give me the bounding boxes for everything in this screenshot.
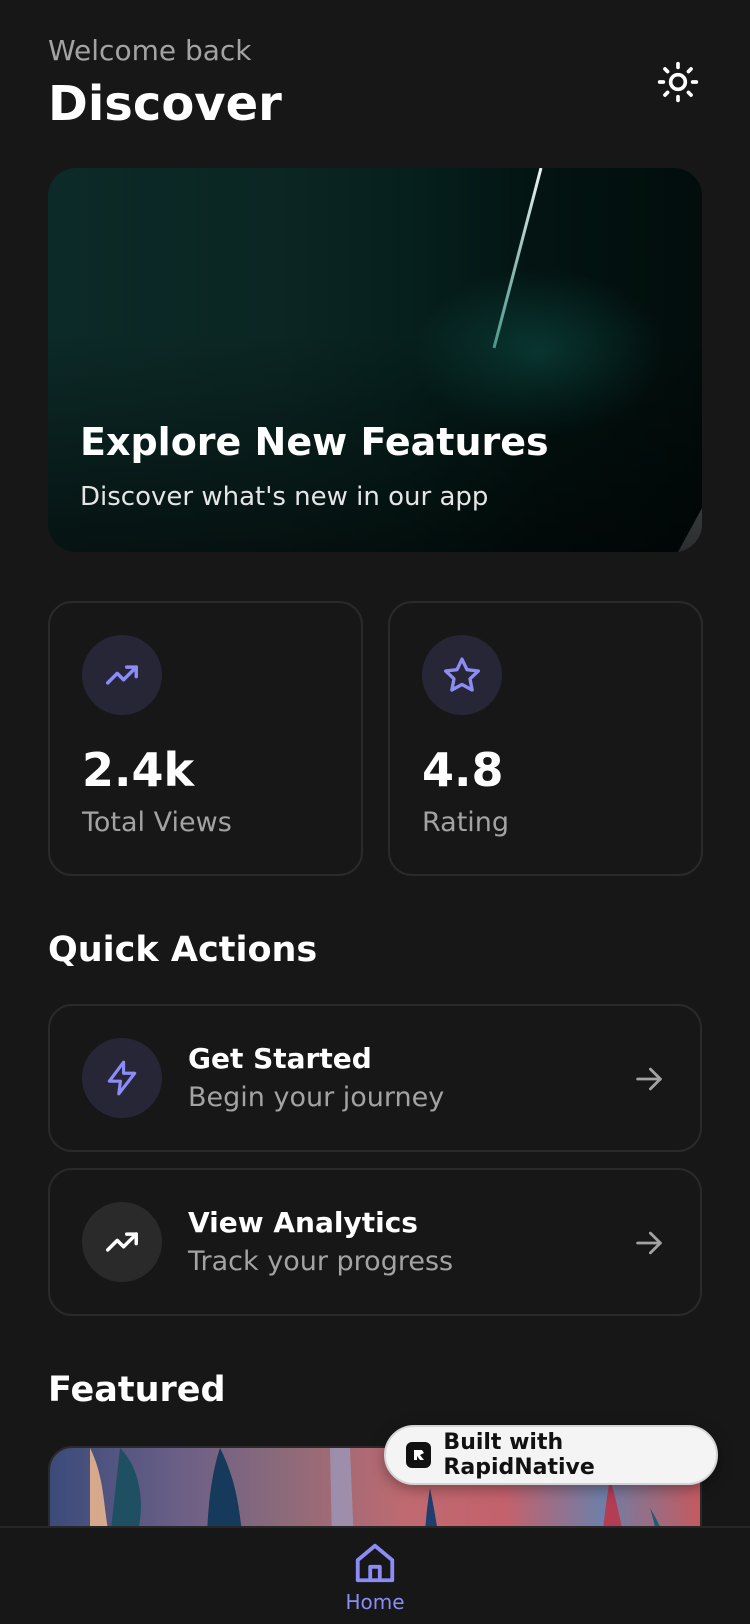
action-view-analytics[interactable]: View Analytics Track your progress [48,1168,702,1316]
sun-icon [657,61,699,103]
arrow-right-icon [636,1067,662,1091]
stat-icon-container [82,635,162,715]
lightning-icon [107,1060,137,1096]
badge-label: Built with RapidNative [443,1430,595,1480]
stat-card-rating[interactable]: 4.8 Rating [388,601,703,876]
bottom-tab-bar: Home [0,1526,750,1624]
featured-title: Featured [48,1370,226,1410]
stat-value: 2.4k [82,743,195,797]
stat-icon-container [422,635,502,715]
built-with-badge[interactable]: Built with RapidNative [384,1425,718,1485]
hero-banner[interactable]: Explore New Features Discover what's new… [48,168,702,552]
action-icon-container [82,1202,162,1282]
theme-toggle-button[interactable] [654,58,702,106]
home-icon [355,1543,395,1583]
rapidnative-logo-icon [406,1442,432,1468]
action-subtitle: Begin your journey [188,1082,445,1113]
trending-up-icon [106,1232,138,1252]
trending-up-icon [106,665,138,685]
action-title: View Analytics [188,1206,418,1239]
hero-subtitle: Discover what's new in our app [80,482,489,512]
stat-value: 4.8 [422,743,504,797]
arrow-right-icon [636,1231,662,1255]
stat-card-total-views[interactable]: 2.4k Total Views [48,601,363,876]
star-icon [444,657,480,692]
header: Welcome back Discover [48,34,702,134]
tab-home-label: Home [345,1590,405,1614]
quick-actions-title: Quick Actions [48,930,318,970]
page-title: Discover [48,76,282,132]
stat-label: Rating [422,807,510,838]
welcome-text: Welcome back [48,34,252,67]
action-title: Get Started [188,1042,372,1075]
action-icon-container [82,1038,162,1118]
discover-screen: Welcome back Discover Explore New Featur… [0,0,750,1624]
action-get-started[interactable]: Get Started Begin your journey [48,1004,702,1152]
stat-label: Total Views [82,807,232,838]
tab-home[interactable]: Home [335,1540,415,1624]
hero-title: Explore New Features [80,420,549,464]
action-subtitle: Track your progress [188,1246,454,1277]
